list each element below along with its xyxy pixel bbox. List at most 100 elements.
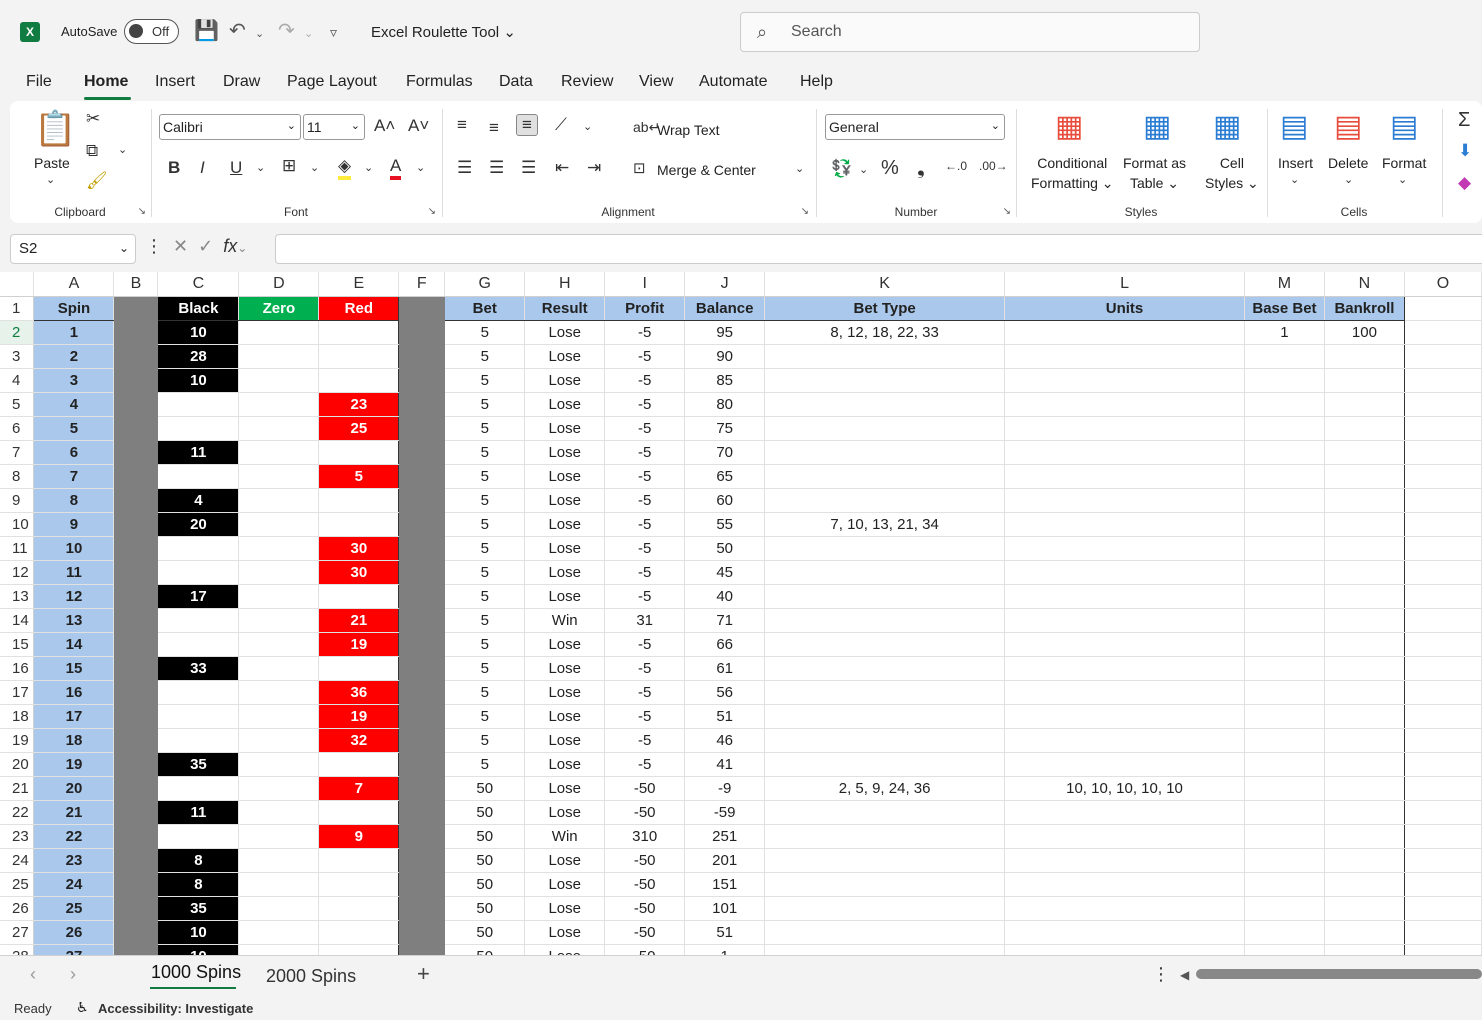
add-sheet-icon[interactable]: + (417, 961, 430, 987)
cell-gap-b[interactable] (113, 344, 159, 369)
cell-spin[interactable]: 6 (33, 440, 115, 465)
column-header-m[interactable]: M (1244, 272, 1325, 297)
cell-profit[interactable]: -5 (604, 320, 686, 345)
search-input[interactable] (791, 21, 1171, 43)
cell-gap-f[interactable] (398, 656, 446, 681)
cell-gap-b[interactable] (113, 824, 159, 849)
cell-bet[interactable]: 5 (444, 560, 526, 585)
cell-units[interactable] (1004, 488, 1245, 513)
cell-red[interactable] (318, 344, 400, 369)
cell-o[interactable] (1404, 800, 1482, 825)
cell-bet[interactable]: 5 (444, 608, 526, 633)
cell-bet[interactable]: 50 (444, 824, 526, 849)
row-header[interactable]: 28 (0, 944, 35, 955)
wrap-text-button[interactable]: Wrap Text (657, 122, 720, 138)
cell-gap-f[interactable] (398, 560, 446, 585)
cell-gap-b[interactable] (113, 896, 159, 921)
cell-zero[interactable] (238, 536, 320, 561)
cell-bankroll[interactable] (1324, 608, 1405, 633)
cell-result[interactable]: Lose (524, 392, 606, 417)
cell-bankroll[interactable] (1324, 728, 1405, 753)
column-header-j[interactable]: J (684, 272, 766, 297)
column-header-c[interactable]: C (157, 272, 240, 297)
cell-gap-b[interactable] (113, 776, 159, 801)
cell-bankroll[interactable] (1324, 584, 1405, 609)
copy-dropdown-icon[interactable]: ⌄ (118, 143, 127, 156)
row-header[interactable]: 20 (0, 752, 35, 777)
cell-units[interactable] (1004, 584, 1245, 609)
cell-o[interactable] (1404, 416, 1482, 441)
cell-units[interactable] (1004, 344, 1245, 369)
accessibility-status[interactable]: Accessibility: Investigate (98, 1001, 253, 1016)
cell-gap-f[interactable] (398, 752, 446, 777)
cell-black[interactable]: 35 (157, 896, 240, 921)
horizontal-scrollbar[interactable] (1196, 969, 1482, 979)
column-header-l[interactable]: L (1004, 272, 1245, 297)
cell-base-bet[interactable] (1244, 920, 1325, 945)
scroll-left-icon[interactable]: ◀ (1180, 968, 1189, 982)
cell-base-bet[interactable] (1244, 464, 1325, 489)
cell-units[interactable] (1004, 392, 1245, 417)
cell-bankroll[interactable] (1324, 392, 1405, 417)
cell-gap-f[interactable] (398, 488, 446, 513)
cell-bet[interactable]: 50 (444, 776, 526, 801)
cell-spin[interactable]: 4 (33, 392, 115, 417)
row-header[interactable]: 13 (0, 584, 35, 609)
underline-icon[interactable]: U (230, 158, 242, 178)
cell-units[interactable] (1004, 416, 1245, 441)
number-launcher-icon[interactable]: ↘ (1003, 206, 1011, 217)
cell-gap-b[interactable] (113, 632, 159, 657)
header-black[interactable]: Black (157, 296, 240, 321)
cell-zero[interactable] (238, 656, 320, 681)
cell-gap-f[interactable] (398, 344, 446, 369)
cell-spin[interactable]: 22 (33, 824, 115, 849)
cell-gap-b[interactable] (113, 584, 159, 609)
cell-bankroll[interactable] (1324, 800, 1405, 825)
cell-black[interactable] (157, 392, 240, 417)
cell-gap-b[interactable] (113, 872, 159, 897)
cell-spin[interactable]: 7 (33, 464, 115, 489)
cell-bet-type[interactable] (764, 896, 1006, 921)
row-header[interactable]: 5 (0, 392, 35, 417)
cell-zero[interactable] (238, 416, 320, 441)
cell-units[interactable] (1004, 824, 1245, 849)
row-header[interactable]: 11 (0, 536, 35, 561)
cell-base-bet[interactable] (1244, 608, 1325, 633)
cell-bankroll[interactable] (1324, 632, 1405, 657)
cell-gap-f[interactable] (398, 728, 446, 753)
cell-spin[interactable]: 20 (33, 776, 115, 801)
cell-gap-f[interactable] (398, 320, 446, 345)
cell-o[interactable] (1404, 896, 1482, 921)
row-header[interactable]: 9 (0, 488, 35, 513)
cell-bet[interactable]: 5 (444, 752, 526, 777)
column-header-d[interactable]: D (238, 272, 320, 297)
percent-icon[interactable]: % (881, 157, 899, 180)
cell-result[interactable]: Lose (524, 872, 606, 897)
cell-result[interactable]: Lose (524, 704, 606, 729)
cell-zero[interactable] (238, 320, 320, 345)
cell-bet[interactable]: 5 (444, 656, 526, 681)
clipboard-launcher-icon[interactable]: ↘ (138, 206, 146, 217)
cell-bet-type[interactable] (764, 848, 1006, 873)
cell-bankroll[interactable] (1324, 368, 1405, 393)
cell-balance[interactable]: 46 (684, 728, 766, 753)
cell-zero[interactable] (238, 752, 320, 777)
cell-gap-b[interactable] (113, 320, 159, 345)
cell-balance[interactable]: 51 (684, 704, 766, 729)
cell-base-bet[interactable] (1244, 728, 1325, 753)
tab-help[interactable]: Help (800, 73, 833, 91)
cell-bet-type[interactable] (764, 560, 1006, 585)
cell-result[interactable]: Lose (524, 416, 606, 441)
cell-units[interactable] (1004, 752, 1245, 777)
cell-o[interactable] (1404, 872, 1482, 897)
cell-zero[interactable] (238, 632, 320, 657)
redo-icon[interactable]: ↷ (278, 18, 295, 43)
cell-spin[interactable]: 23 (33, 848, 115, 873)
cell-gap-f[interactable] (398, 704, 446, 729)
cell-gap-f[interactable] (398, 680, 446, 705)
header-result[interactable]: Result (524, 296, 606, 321)
align-center-icon[interactable]: ☰ (489, 158, 504, 178)
cell-o[interactable] (1404, 824, 1482, 849)
decrease-decimal-icon[interactable]: .00→ (979, 159, 1008, 173)
header-bet-type[interactable]: Bet Type (764, 296, 1006, 321)
